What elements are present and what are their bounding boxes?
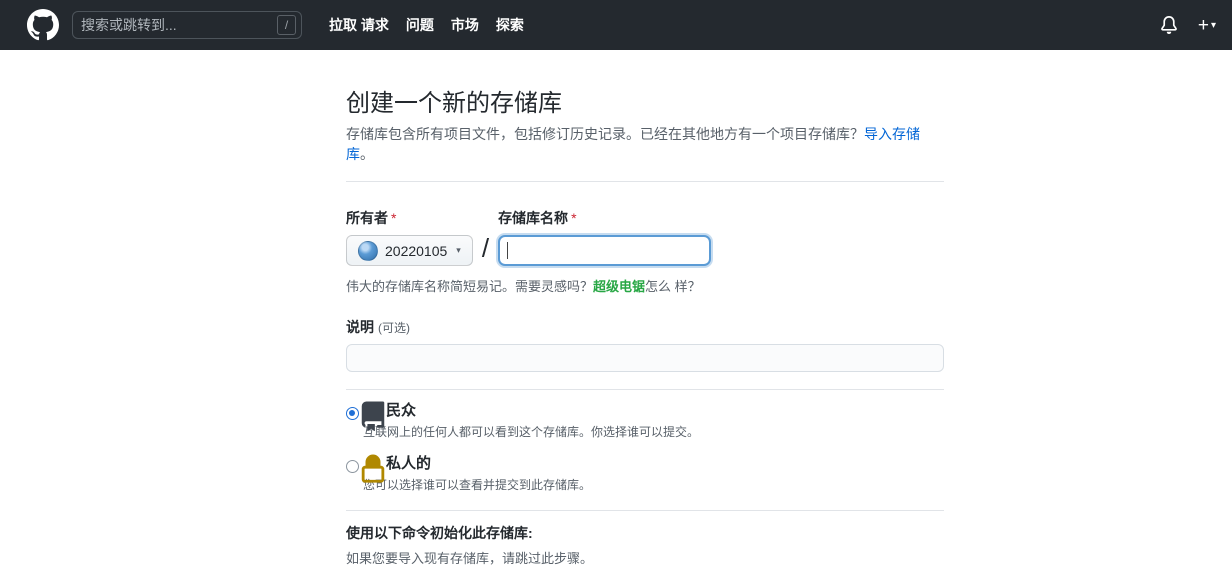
header-nav: 拉取 请求 问题 市场 探索 (312, 15, 524, 35)
divider (346, 510, 944, 511)
nav-issues[interactable]: 问题 (406, 15, 434, 35)
repo-icon (358, 400, 388, 438)
owner-field: 所有者 * 20220105 ▾ (346, 208, 473, 266)
header-search: / (72, 11, 302, 39)
private-description: 您可以选择谁可以查看并提交到此存储库。 (363, 478, 592, 492)
visibility-option-private: 私人的 您可以选择谁可以查看并提交到此存储库。 (346, 452, 944, 493)
text-cursor (507, 242, 509, 259)
owner-select-button[interactable]: 20220105 ▾ (346, 235, 473, 266)
description-label-text: 说明 (346, 319, 374, 335)
nav-explore[interactable]: 探索 (496, 15, 524, 35)
owner-avatar (358, 240, 378, 261)
owner-and-name-row: 所有者 * 20220105 ▾ / 存储库名称 * (346, 208, 944, 266)
init-heading: 使用以下命令初始化此存储库: (346, 525, 533, 541)
slash-key-hint: / (277, 15, 296, 35)
divider (346, 181, 944, 182)
intro-period: 。 (360, 146, 374, 162)
nav-marketplace[interactable]: 市场 (451, 15, 479, 35)
create-repository-page: 创建一个新的存储库 存储库包含所有项目文件，包括修订历史记录。已经在其他地方有一… (346, 83, 944, 571)
private-label: 私人的 (386, 455, 432, 472)
page-title: 创建一个新的存储库 (346, 90, 562, 117)
owner-selected-value: 20220105 (385, 242, 448, 259)
bell-icon[interactable] (1160, 16, 1178, 34)
owner-required-asterisk: * (391, 210, 397, 226)
hint-lead: 伟大的存储库名称简短易记。需要灵感吗？ (346, 279, 594, 294)
page-intro: 存储库包含所有项目文件，包括修订历史记录。已经在其他地方有一个项目存储库？导入存… (346, 124, 944, 164)
init-note: 如果您要导入现有存储库，请跳过此步骤。 (346, 551, 594, 566)
owner-name-separator: / (481, 233, 490, 263)
create-new-menu[interactable]: + ▾ (1198, 16, 1216, 35)
search-input[interactable] (72, 11, 302, 39)
header-right: + ▾ (1160, 16, 1216, 35)
hint-tail: 怎么 样？ (645, 279, 701, 294)
repo-name-hint: 伟大的存储库名称简短易记。需要灵感吗？超级电锯怎么 样？ (346, 276, 944, 295)
chevron-down-icon: ▾ (456, 245, 461, 255)
repo-name-input[interactable] (498, 235, 712, 266)
public-label: 民众 (386, 402, 417, 419)
divider (346, 389, 944, 390)
description-input[interactable] (346, 344, 944, 372)
description-optional-text: (可选) (378, 321, 410, 335)
repo-name-field: 存储库名称 * (498, 208, 712, 266)
public-description: 互联网上的任何人都可以看到这个存储库。你选择谁可以提交。 (363, 425, 700, 439)
owner-label: 所有者 * (346, 208, 473, 228)
repo-name-label-text: 存储库名称 (498, 210, 569, 226)
owner-label-text: 所有者 (346, 210, 388, 226)
repo-name-label: 存储库名称 * (498, 208, 711, 228)
suggested-name-link[interactable]: 超级电锯 (593, 279, 645, 294)
description-label: 说明 (可选) (346, 317, 944, 337)
nav-pull-requests[interactable]: 拉取 请求 (329, 15, 389, 35)
visibility-option-public: 民众 互联网上的任何人都可以看到这个存储库。你选择谁可以提交。 (346, 399, 944, 440)
lock-icon (358, 453, 388, 491)
intro-text: 存储库包含所有项目文件，包括修订历史记录。已经在其他地方有一个项目存储库？ (346, 126, 864, 142)
caret-down-icon: ▾ (1210, 19, 1216, 31)
plus-icon: + (1197, 14, 1209, 36)
github-logo-icon[interactable] (27, 9, 59, 41)
repo-name-required-asterisk: * (571, 210, 577, 226)
top-header: / 拉取 请求 问题 市场 探索 + ▾ (0, 0, 1232, 50)
